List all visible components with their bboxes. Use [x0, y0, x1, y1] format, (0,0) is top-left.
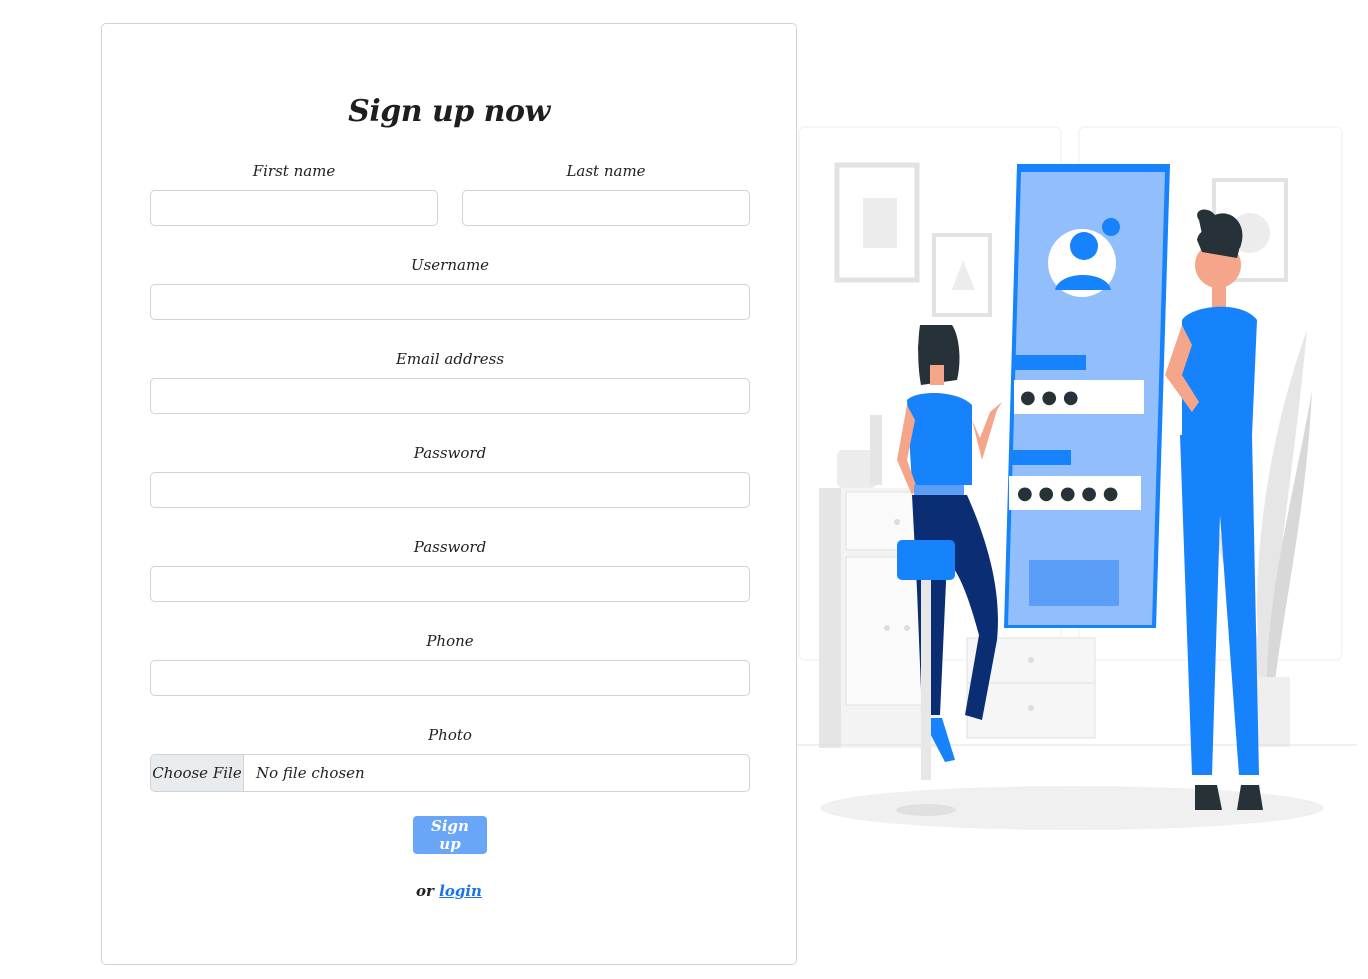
last-name-field[interactable]: [462, 190, 750, 226]
file-status: No file chosen: [256, 764, 365, 782]
first-name-label: First name: [252, 162, 336, 180]
first-name-field[interactable]: [150, 190, 438, 226]
login-prompt-prefix: or: [416, 882, 434, 900]
login-prompt: or login: [102, 882, 796, 900]
username-label: Username: [410, 256, 490, 274]
photo-file-input[interactable]: Choose File No file chosen: [150, 754, 750, 792]
password-label: Password: [413, 444, 487, 462]
sign-up-button[interactable]: Sign up: [413, 816, 487, 854]
username-field[interactable]: [150, 284, 750, 320]
last-name-label: Last name: [566, 162, 646, 180]
password-confirm-field[interactable]: [150, 566, 750, 602]
password-field[interactable]: [150, 472, 750, 508]
page-title: Sign up now: [348, 94, 550, 129]
phone-field[interactable]: [150, 660, 750, 696]
password-mask-1: ● ● ●: [1020, 387, 1079, 408]
phone-label: Phone: [426, 632, 474, 650]
email-field[interactable]: [150, 378, 750, 414]
email-label: Email address: [395, 350, 505, 368]
login-link[interactable]: login: [439, 882, 482, 900]
photo-label: Photo: [428, 726, 472, 744]
signup-illustration: ● ● ● ● ● ● ● ●: [797, 126, 1357, 830]
choose-file-button[interactable]: Choose File: [151, 755, 244, 791]
password-confirm-label: Password: [413, 538, 487, 556]
password-mask-2: ● ● ● ● ●: [1017, 483, 1118, 504]
signup-card: Sign up now First name Last name Usernam…: [101, 23, 797, 965]
